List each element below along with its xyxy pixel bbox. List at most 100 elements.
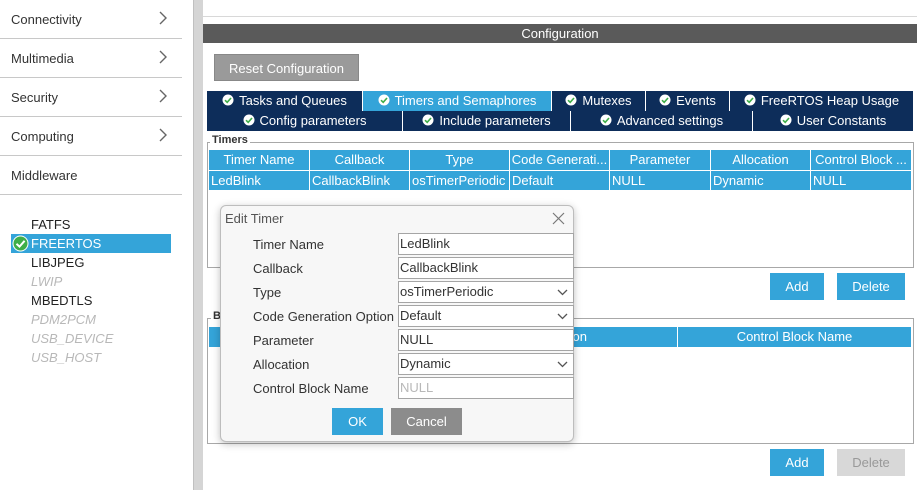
ok-button[interactable]: OK xyxy=(332,408,383,435)
category-label: Security xyxy=(11,90,58,105)
check-circle-icon xyxy=(600,114,612,126)
configuration-header: Configuration xyxy=(203,24,917,43)
tab-mutexes[interactable]: Mutexes xyxy=(552,91,646,111)
table-cell[interactable]: Default xyxy=(510,171,610,190)
item-label: PDM2PCM xyxy=(31,312,97,327)
table-cell[interactable]: NULL xyxy=(610,171,711,190)
middleware-item-libjpeg[interactable]: LIBJPEG xyxy=(11,253,171,272)
category-label: Computing xyxy=(11,129,74,144)
timer-name-label: Timer Name xyxy=(253,237,325,252)
column-header-code-generation[interactable]: Code Generati... xyxy=(510,150,610,170)
chevron-right-icon xyxy=(159,50,167,64)
parameter-label: Parameter xyxy=(253,333,314,348)
tab-label: Events xyxy=(676,93,716,108)
tab-label: FreeRTOS Heap Usage xyxy=(760,93,900,108)
timers-group-title: Timers xyxy=(210,134,250,146)
tab-events[interactable]: Events xyxy=(646,91,730,111)
check-circle-icon xyxy=(222,94,234,106)
item-label: MBEDTLS xyxy=(31,293,93,308)
middleware-item-freertos[interactable]: FREERTOS xyxy=(11,234,171,253)
column-header-parameter[interactable]: Parameter xyxy=(610,150,711,170)
panel-splitter[interactable] xyxy=(193,0,203,490)
middleware-item-lwip[interactable]: LWIP xyxy=(11,272,171,291)
sidebar: Connectivity Multimedia Security Computi… xyxy=(0,0,193,490)
chevron-down-icon xyxy=(557,361,568,368)
middleware-item-usb-host[interactable]: USB_HOST xyxy=(11,348,171,367)
dialog-title: Edit Timer xyxy=(225,211,284,226)
category-connectivity[interactable]: Connectivity xyxy=(0,0,182,39)
control-block-name-field[interactable]: NULL xyxy=(398,377,574,399)
add-semaphore-button[interactable]: Add xyxy=(770,449,824,476)
add-timer-button[interactable]: Add xyxy=(770,273,824,300)
item-label: USB_HOST xyxy=(31,350,102,365)
item-label: LWIP xyxy=(31,274,63,289)
check-circle-icon xyxy=(780,114,792,126)
item-label: USB_DEVICE xyxy=(31,331,114,346)
middleware-item-pdm2pcm[interactable]: PDM2PCM xyxy=(11,310,171,329)
tab-include-parameters[interactable]: Include parameters xyxy=(403,111,571,131)
item-label: FREERTOS xyxy=(31,236,102,251)
table-cell[interactable]: Dynamic xyxy=(711,171,811,190)
column-header-callback[interactable]: Callback xyxy=(310,150,410,170)
type-select[interactable]: osTimerPeriodic xyxy=(398,281,574,303)
column-header-control-block[interactable]: Control Block ... xyxy=(811,150,912,170)
table-cell[interactable]: osTimerPeriodic xyxy=(410,171,510,190)
chevron-right-icon xyxy=(159,128,167,142)
table-cell[interactable]: NULL xyxy=(811,171,912,190)
tab-label: Include parameters xyxy=(439,113,551,128)
tab-label: Tasks and Queues xyxy=(239,93,347,108)
edit-timer-dialog: Edit Timer Timer Name LedBlink Callback … xyxy=(220,205,574,442)
tab-label: Mutexes xyxy=(582,93,632,108)
cancel-button[interactable]: Cancel xyxy=(391,408,462,435)
close-icon[interactable] xyxy=(552,212,565,225)
delete-semaphore-button[interactable]: Delete xyxy=(837,449,905,476)
tab-timers-and-semaphores[interactable]: Timers and Semaphores xyxy=(363,91,552,111)
code-generation-option-select[interactable]: Default xyxy=(398,305,574,327)
chevron-right-icon xyxy=(159,11,167,25)
timer-name-field[interactable]: LedBlink xyxy=(398,233,574,255)
category-label: Middleware xyxy=(11,168,78,183)
app-window: Connectivity Multimedia Security Computi… xyxy=(0,0,917,490)
category-security[interactable]: Security xyxy=(0,78,182,117)
column-header-allocation[interactable]: Allocation xyxy=(711,150,811,170)
mode-panel-bottom xyxy=(203,0,917,17)
select-value: osTimerPeriodic xyxy=(400,284,494,299)
tab-advanced-settings[interactable]: Advanced settings xyxy=(571,111,753,131)
middleware-item-usb-device[interactable]: USB_DEVICE xyxy=(11,329,171,348)
column-header-type[interactable]: Type xyxy=(410,150,510,170)
check-circle-icon xyxy=(659,94,671,106)
tab-label: User Constants xyxy=(796,113,887,128)
parameter-field[interactable]: NULL xyxy=(398,329,574,351)
item-label: LIBJPEG xyxy=(31,255,85,270)
code-generation-option-label: Code Generation Option xyxy=(253,309,394,324)
reset-configuration-button[interactable]: Reset Configuration xyxy=(214,54,359,81)
select-value: Default xyxy=(400,308,442,323)
allocation-select[interactable]: Dynamic xyxy=(398,353,574,375)
control-block-name-label: Control Block Name xyxy=(253,381,369,396)
tab-user-constants[interactable]: User Constants xyxy=(753,111,914,131)
check-circle-icon xyxy=(12,235,29,252)
chevron-right-icon xyxy=(159,89,167,103)
category-computing[interactable]: Computing xyxy=(0,117,182,156)
callback-field[interactable]: CallbackBlink xyxy=(398,257,574,279)
item-label: FATFS xyxy=(31,217,71,232)
tab-config-parameters[interactable]: Config parameters xyxy=(207,111,403,131)
check-circle-icon xyxy=(243,114,255,126)
tab-tasks-and-queues[interactable]: Tasks and Queues xyxy=(207,91,363,111)
table-cell[interactable]: CallbackBlink xyxy=(310,171,410,190)
check-circle-icon xyxy=(422,114,434,126)
tab-freertos-heap-usage[interactable]: FreeRTOS Heap Usage xyxy=(730,91,914,111)
tab-label: Timers and Semaphores xyxy=(394,93,537,108)
chevron-down-icon xyxy=(557,313,568,320)
table-cell[interactable]: LedBlink xyxy=(209,171,310,190)
column-header-timer-name[interactable]: Timer Name xyxy=(209,150,310,170)
column-header-semaphore-control-block[interactable]: Control Block Name xyxy=(678,327,912,347)
chevron-down-icon xyxy=(557,289,568,296)
delete-timer-button[interactable]: Delete xyxy=(837,273,905,300)
tab-label: Advanced settings xyxy=(616,113,724,128)
middleware-item-mbedtls[interactable]: MBEDTLS xyxy=(11,291,171,310)
category-middleware[interactable]: Middleware xyxy=(0,156,182,195)
check-circle-icon xyxy=(565,94,577,106)
middleware-item-fatfs[interactable]: FATFS xyxy=(11,215,171,234)
category-multimedia[interactable]: Multimedia xyxy=(0,39,182,78)
